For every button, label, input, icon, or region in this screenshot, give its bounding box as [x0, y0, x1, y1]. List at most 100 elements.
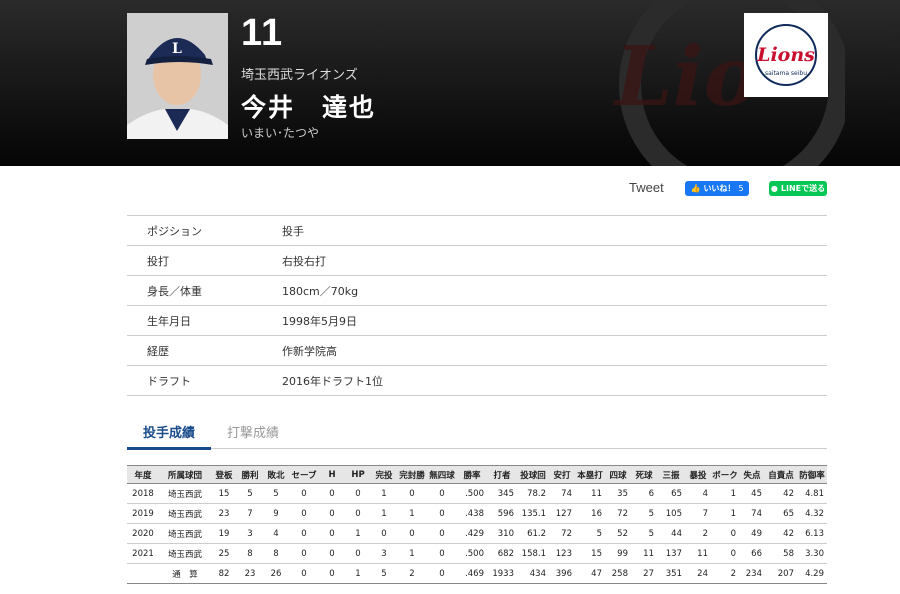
- stats-body: 2018 埼玉西武 15 5 5 0 0 0 1 0 0.500 345 78.2 74 11 35 6 65 4 1…: [127, 483, 827, 584]
- stats-cell: 0: [289, 523, 319, 544]
- stats-column-header: 防御率: [797, 465, 827, 484]
- stats-column-header: 自責点: [765, 465, 797, 484]
- stats-cell: 0: [319, 563, 345, 584]
- stats-cell: 434: [517, 563, 549, 584]
- stats-cell: 2019: [127, 503, 159, 524]
- stats-cell: 1: [711, 503, 739, 524]
- profile-label: 投打: [147, 254, 169, 268]
- stats-cell: 351: [657, 563, 685, 584]
- stats-cell: 5: [631, 503, 657, 524]
- line-icon: ●: [770, 184, 778, 193]
- stats-cell: 0: [319, 543, 345, 564]
- stats-cell: 45: [739, 483, 765, 504]
- stats-cell: 0: [289, 483, 319, 504]
- stats-cell: 682: [487, 543, 517, 564]
- stats-cell: 23: [211, 503, 237, 524]
- stats-cell: 4.32: [797, 503, 827, 524]
- stats-cell: 1: [345, 563, 371, 584]
- profile-label: ドラフト: [147, 374, 191, 388]
- profile-value: 180cm／70kg: [282, 284, 359, 298]
- player-name: 今井 達也: [241, 93, 377, 122]
- stats-column-header: 本塁打: [575, 465, 605, 484]
- profile-row: 生年月日 1998年5月9日: [127, 306, 827, 336]
- stats-cell: 23: [237, 563, 263, 584]
- svg-text:saitama seibu: saitama seibu: [765, 70, 807, 77]
- team-logo[interactable]: Lions saitama seibu: [744, 13, 828, 97]
- stats-cell: 2018: [127, 483, 159, 504]
- line-share-button[interactable]: ● LINEで送る: [769, 181, 827, 196]
- stats-cell: 0: [427, 563, 457, 584]
- profile-row: 経歴 作新学院高: [127, 336, 827, 366]
- line-share-label: LINEで送る: [780, 184, 826, 193]
- player-header: Lio L 11 埼玉西武ライオンズ 今井 達也 いまい･たつや Lions s…: [0, 0, 900, 166]
- profile-label: 経歴: [147, 344, 169, 358]
- profile-label: 身長／体重: [147, 284, 202, 298]
- player-photo: L: [127, 13, 228, 139]
- profile-row: ポジション 投手: [127, 216, 827, 246]
- stats-cell: 9: [263, 503, 289, 524]
- stats-cell: 2020: [127, 523, 159, 544]
- stats-cell: 通 算: [159, 563, 211, 584]
- stats-cell: 0: [289, 543, 319, 564]
- stats-column-header: 三振: [657, 465, 685, 484]
- stats-cell: 137: [657, 543, 685, 564]
- stats-cell: 4.29: [797, 563, 827, 584]
- tab-batting-stats[interactable]: 打撃成績: [227, 422, 279, 448]
- stats-cell: 0: [319, 483, 345, 504]
- stats-row: 2018 埼玉西武 15 5 5 0 0 0 1 0 0.500 345 78.2 74 11 35 6 65 4 1…: [127, 483, 827, 504]
- stats-column-header: 無四球: [427, 465, 457, 484]
- stats-cell: 5: [575, 523, 605, 544]
- stats-cell: 0: [289, 503, 319, 524]
- stats-total-row: 通 算 82 23 26 0 0 1 5 2 0.469 1933 434 396 47 258 27 351 2…: [127, 563, 827, 584]
- tab-pitching-stats[interactable]: 投手成績: [127, 422, 211, 450]
- stats-cell: 396: [549, 563, 575, 584]
- stats-cell: 2: [711, 563, 739, 584]
- stats-column-header: 失点: [739, 465, 765, 484]
- stats-cell: 66: [739, 543, 765, 564]
- stats-column-header: 投球回: [517, 465, 549, 484]
- stats-cell: 1: [711, 483, 739, 504]
- stats-cell: 11: [685, 543, 711, 564]
- stats-cell: 24: [685, 563, 711, 584]
- stats-cell: 65: [657, 483, 685, 504]
- stats-column-header: 所属球団: [159, 465, 211, 484]
- stats-column-header: 登板: [211, 465, 237, 484]
- stats-cell: 2: [397, 563, 427, 584]
- stats-cell: 42: [765, 523, 797, 544]
- profile-value: 作新学院高: [282, 344, 337, 358]
- stats-cell: 4.81: [797, 483, 827, 504]
- stats-cell: 99: [605, 543, 631, 564]
- stats-cell: 49: [739, 523, 765, 544]
- stats-cell: 4: [263, 523, 289, 544]
- stats-cell: 1: [371, 503, 397, 524]
- stats-cell: 3: [237, 523, 263, 544]
- stats-cell: 0: [397, 523, 427, 544]
- stats-cell: 25: [211, 543, 237, 564]
- tweet-button[interactable]: Tweet: [629, 180, 664, 195]
- stats-cell: 2: [685, 523, 711, 544]
- stats-column-header: 勝利: [237, 465, 263, 484]
- profile-table: ポジション 投手 投打 右投右打 身長／体重 180cm／70kg 生年月日 1…: [127, 215, 827, 396]
- stats-column-header: 年度: [127, 465, 159, 484]
- stats-column-header: 死球: [631, 465, 657, 484]
- stats-cell: 26: [263, 563, 289, 584]
- stats-cell: .429: [457, 523, 487, 544]
- profile-value: 投手: [282, 224, 304, 238]
- stats-cell: 15: [575, 543, 605, 564]
- stats-cell: 0: [289, 563, 319, 584]
- stats-cell: 0: [397, 483, 427, 504]
- stats-cell: 44: [657, 523, 685, 544]
- profile-value: 2016年ドラフト1位: [282, 374, 383, 388]
- stats-cell: 0: [319, 503, 345, 524]
- stats-cell: 47: [575, 563, 605, 584]
- stats-cell: 埼玉西武: [159, 503, 211, 524]
- facebook-like-button[interactable]: 👍 いいね！ 5: [685, 181, 749, 196]
- stats-cell: 0: [319, 523, 345, 544]
- profile-row: 身長／体重 180cm／70kg: [127, 276, 827, 306]
- stats-row: 2019 埼玉西武 23 7 9 0 0 0 1 1 0.438 596 135.1 127 16 72 5 10…: [127, 503, 827, 524]
- stats-cell: 127: [549, 503, 575, 524]
- stats-cell: 16: [575, 503, 605, 524]
- stats-cell: 596: [487, 503, 517, 524]
- stats-cell: 1: [345, 523, 371, 544]
- stats-cell: 6.13: [797, 523, 827, 544]
